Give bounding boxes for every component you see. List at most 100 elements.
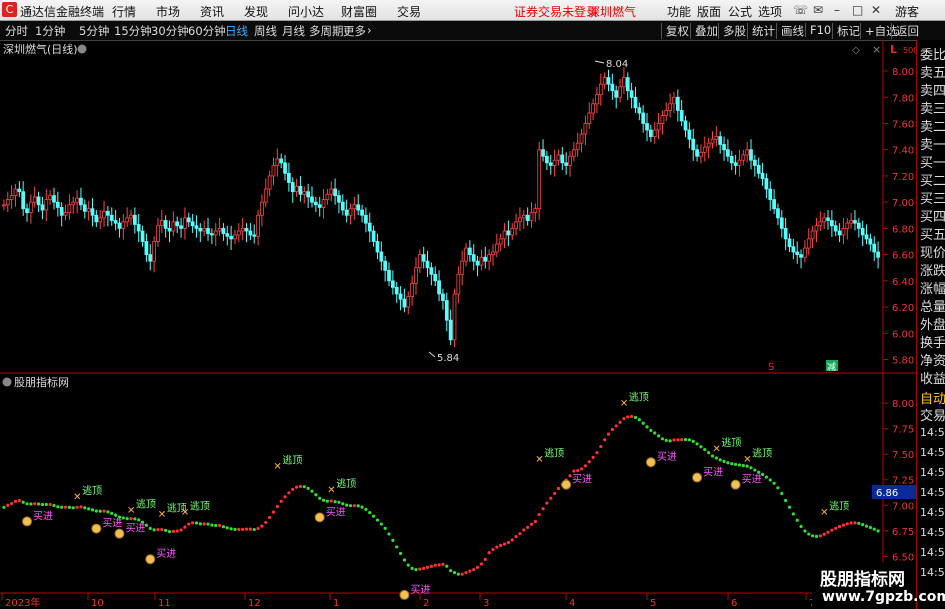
settings-toggle-icon[interactable] [77,44,87,54]
panel-field-9: 买四 [920,210,945,225]
panel-field-6: 买一 [920,156,945,171]
ind-point [321,498,326,502]
menu-item-gongshi[interactable]: 公式 [728,3,752,20]
tab-30min[interactable]: 30分钟 [151,23,189,39]
menu-item-gongneng[interactable]: 功能 [667,3,691,20]
panel-field-8: 买三 [920,192,945,207]
menu-item-faxian[interactable]: 发现 [244,3,268,20]
ind-point [387,532,391,536]
xtick-label: 4 [569,598,575,609]
tick-time-3: 14:56 [920,486,945,499]
main-ytick-label: 6.40 [892,277,914,288]
ind-point [36,502,41,506]
guest-label[interactable]: 游客 [895,3,919,20]
tab-15min[interactable]: 15分钟 [114,23,152,39]
candle-body [248,230,253,236]
overlay-button[interactable]: 叠加 [690,23,718,39]
candle-body [71,201,76,206]
candle-body [40,204,45,211]
candle-body [714,136,719,140]
ind-point [71,506,75,510]
menu-bar: C 通达信金融终端 行情 市场 资讯 发现 问小达 财富圈 交易 证券交易未登录… [0,0,945,21]
candle-body [833,225,838,232]
f10-button[interactable]: F10 [805,23,831,37]
ind-point [699,445,703,449]
fuquan-button[interactable]: 复权 [661,23,689,39]
panel-field-18: 收益 [920,372,945,387]
ind-point [83,506,87,510]
candle-body [244,227,249,232]
main-ytick-label: 7.20 [892,172,914,183]
tab-monthly[interactable]: 月线 [282,23,305,39]
candle-body [75,197,79,203]
ind-point [133,517,137,521]
ind-point [537,512,541,517]
candle-body [321,199,326,208]
ind-point [568,474,572,478]
ind-point [98,509,102,513]
candle-body [695,149,699,157]
tab-60min[interactable]: 60分钟 [188,23,226,39]
maximize-icon[interactable]: □ [852,3,863,17]
message-icon[interactable]: ✉ [813,3,823,17]
candle-body [13,188,18,197]
tab-more[interactable]: 更多 [343,23,366,39]
ind-point [768,478,772,482]
draw-line-button[interactable]: 画线 [776,23,804,39]
ind-point [152,528,156,532]
menu-item-wenxiaoda[interactable]: 问小达 [288,3,324,20]
ind-point [114,513,118,517]
ind-point [753,468,757,472]
menu-item-jiaoyi[interactable]: 交易 [397,3,421,20]
candle-body [471,254,476,262]
ind-point [826,530,830,534]
tab-fenshi[interactable]: 分时 [5,23,28,39]
menu-item-hangqing[interactable]: 行情 [112,3,136,20]
menu-item-shichang[interactable]: 市场 [156,3,180,20]
statistics-button[interactable]: 统计 [747,23,775,39]
indicator-toggle-icon[interactable] [2,377,12,387]
menu-item-banmian[interactable]: 版面 [697,3,721,20]
xtick-label: 1 [333,598,339,609]
candle-body [460,260,465,275]
diamond-icon[interactable]: ◇ [852,45,860,56]
tab-weekly[interactable]: 周线 [254,23,277,39]
ind-point [664,438,668,442]
ind-point [718,458,722,462]
menu-item-caifuquan[interactable]: 财富圈 [341,3,377,20]
tab-daily[interactable]: 日线 [225,23,248,39]
close-icon[interactable]: ✕ [871,3,881,17]
tab-1min[interactable]: 1分钟 [35,23,65,39]
tab-5min[interactable]: 5分钟 [79,23,109,39]
ind-point [279,499,283,503]
trade-toggle[interactable]: 交易 [920,405,945,424]
support-icon[interactable]: ☏ [793,3,808,17]
sell-signal-label: 逃顶 [629,390,649,403]
menu-item-zixun[interactable]: 资讯 [200,3,224,20]
back-button[interactable]: 返回 [891,23,919,39]
money-bag-icon [145,554,156,565]
multi-stock-button[interactable]: 多股 [718,23,746,39]
candle-body [106,210,110,216]
ind-point [479,562,484,566]
candle-body [602,77,607,85]
chevron-right-icon[interactable]: › [367,23,372,37]
ind-point [572,469,576,473]
candle-body [414,267,418,284]
stock-chart[interactable]: 8.00 7.80 7.60 7.40 7.20 7.00 6.80 6.60 6.40 6.20… [0,40,916,609]
mark-button[interactable]: 标记 [832,23,860,39]
panel-field-11: 现价 [920,246,945,261]
candle-body [260,201,264,216]
minimize-icon[interactable]: – [834,3,840,17]
tab-multi-period[interactable]: 多周期 [309,23,344,39]
candle-body [776,208,780,219]
ind-point [579,467,584,471]
candle-body [583,123,588,135]
candle-body [152,241,156,262]
ind-point [622,417,626,421]
menu-item-xuanxiang[interactable]: 选项 [758,3,782,20]
ind-point [287,491,291,495]
ind-point [352,504,356,508]
close-panel-icon[interactable]: × [872,43,881,56]
login-status[interactable]: 证券交易未登录 [514,3,598,20]
